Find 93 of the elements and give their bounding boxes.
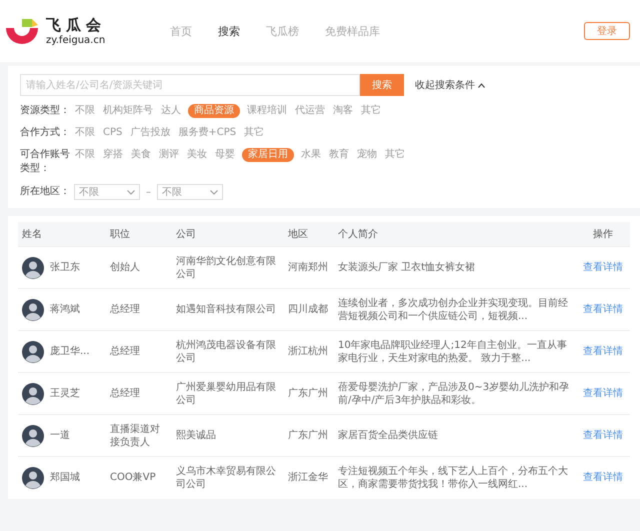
avatar-icon — [22, 382, 44, 404]
filter-option[interactable]: 其它 — [384, 148, 406, 162]
region-text: 广东广州 — [288, 388, 328, 399]
column-header: 个人简介 — [338, 228, 378, 240]
filter-label: 资源类型： — [20, 104, 71, 118]
filter-option[interactable]: 水果 — [300, 148, 322, 162]
column-header: 公司 — [176, 228, 196, 240]
region-text: 四川成都 — [288, 304, 328, 315]
filter-option[interactable]: 课程培训 — [246, 104, 288, 118]
person-name: 一道 — [50, 429, 70, 442]
logo-icon — [4, 16, 40, 46]
position-text: 直播渠道对接负责人 — [110, 424, 160, 448]
filter-label: 所在地区： — [20, 185, 71, 199]
filter-option[interactable]: 服务费+CPS — [177, 126, 238, 140]
search-field[interactable]: 请输入姓名/公司名/资源关键词 — [20, 74, 360, 96]
person-name: 王灵芝 — [50, 387, 80, 400]
bio-text: 连续创业者，多次成功创办企业并实现变现。目前经营短视频公司和一个供应链公司，短视频... — [338, 298, 568, 322]
bio-text: 女装源头厂家 卫衣t恤女裤女裙 — [338, 262, 476, 273]
filter-option[interactable]: 宠物 — [356, 148, 378, 162]
filter-option[interactable]: 不限 — [74, 104, 96, 118]
company-text: 河南华韵文化创意有限公司 — [176, 256, 276, 280]
filter-option[interactable]: 教育 — [328, 148, 350, 162]
caret-icon — [127, 190, 135, 194]
avatar-icon — [22, 466, 44, 489]
region-text: 浙江金华 — [288, 472, 328, 484]
login-button[interactable]: 登录 — [584, 22, 630, 40]
bio-text: 10年家电品牌职业经理人;12年自主创业。一直从事家电行业，天生对家电的热爱。 致力于整... — [338, 340, 567, 364]
filter-option[interactable]: 商品资源 — [188, 104, 240, 118]
column-header: 职位 — [110, 228, 130, 240]
filter-option[interactable]: 不限 — [74, 148, 96, 162]
person-name: 蒋鸿斌 — [50, 303, 80, 316]
nav-tab[interactable]: 搜索 — [218, 24, 240, 38]
region-select[interactable]: 不限 — [157, 184, 223, 200]
column-header: 操作 — [593, 228, 613, 240]
filter-option[interactable]: 淘客 — [332, 104, 354, 118]
position-text: 总经理 — [110, 304, 140, 315]
nav-tab[interactable]: 飞瓜榜 — [266, 24, 299, 38]
column-header: 地区 — [288, 228, 308, 240]
region-select[interactable]: 不限 — [74, 184, 140, 200]
caret-icon — [210, 190, 218, 194]
position-text: 总经理 — [110, 388, 140, 399]
filter-option[interactable]: 机构矩阵号 — [102, 104, 154, 118]
company-text: 熙美诚品 — [176, 430, 216, 441]
chevron-up-icon — [478, 82, 485, 88]
bio-text: 家居百货全品类供应链 — [338, 430, 438, 441]
filter-option[interactable]: 其它 — [360, 104, 382, 118]
nav-tab[interactable]: 免费样品库 — [325, 24, 380, 38]
bio-text: 专注短视频五个年头，线下艺人上百个，分布五个大区，商家需要带货找我！带你入一线网红... — [338, 466, 568, 490]
column-header: 姓名 — [22, 228, 42, 240]
avatar-icon — [22, 424, 44, 446]
company-text: 义乌市木幸贸易有限公司公司 — [176, 466, 276, 490]
position-text: COO兼VP — [110, 472, 156, 484]
company-text: 杭州鸿茂电器设备有限公司 — [176, 340, 276, 364]
filter-label: 可合作账号类型： — [20, 148, 71, 176]
company-text: 如遇知音科技有限公司 — [176, 304, 276, 315]
filter-option[interactable]: 美妆 — [186, 148, 208, 162]
filter-option[interactable]: 母婴 — [214, 148, 236, 162]
avatar-icon — [22, 298, 44, 320]
position-text: 创始人 — [110, 262, 140, 273]
filter-option[interactable]: 美食 — [130, 148, 152, 162]
filter-label: 合作方式： — [20, 126, 71, 140]
avatar-icon — [22, 340, 44, 362]
logo-domain: zy.feigua.cn — [46, 34, 106, 46]
range-separator: – — [146, 186, 151, 198]
company-text: 广州爱巢婴幼用品有限公司 — [176, 382, 276, 406]
search-button[interactable]: 搜索 — [360, 74, 404, 96]
person-name: 郑国城 — [50, 471, 80, 484]
nav-tab[interactable]: 首页 — [170, 24, 192, 38]
filter-option[interactable]: 代运营 — [294, 104, 326, 118]
collapse-filters-link[interactable]: 收起搜索条件 — [415, 78, 475, 92]
filter-option[interactable]: 测评 — [158, 148, 180, 162]
filter-option[interactable]: 其它 — [243, 126, 266, 140]
view-details-link[interactable]: 查看详情 — [583, 430, 623, 441]
person-name: 张卫东 — [50, 261, 80, 274]
person-name: 庞卫华... — [50, 345, 90, 358]
filter-option[interactable]: 家居日用 — [242, 148, 294, 162]
view-details-link[interactable]: 查看详情 — [583, 304, 623, 315]
avatar-icon — [22, 256, 44, 278]
view-details-link[interactable]: 查看详情 — [583, 388, 623, 399]
filter-option[interactable]: 广告投放 — [129, 126, 172, 140]
region-text: 河南郑州 — [288, 262, 328, 273]
view-details-link[interactable]: 查看详情 — [583, 346, 623, 357]
filter-option[interactable]: 穿搭 — [102, 148, 124, 162]
bio-text: 蓓爱母婴洗护厂家，产品涉及0~3岁婴幼儿洗护和孕前/孕中/产后3年护肤品和彩妆。 — [338, 382, 570, 406]
filter-option[interactable]: CPS — [102, 126, 124, 140]
view-details-link[interactable]: 查看详情 — [583, 262, 623, 273]
filter-option[interactable]: 不限 — [74, 126, 96, 140]
view-details-link[interactable]: 查看详情 — [583, 472, 623, 484]
logo-name: 飞瓜会 — [46, 16, 106, 34]
position-text: 总经理 — [110, 346, 140, 357]
region-text: 浙江杭州 — [288, 346, 328, 357]
region-text: 广东广州 — [288, 430, 328, 441]
filter-option[interactable]: 达人 — [160, 104, 182, 118]
